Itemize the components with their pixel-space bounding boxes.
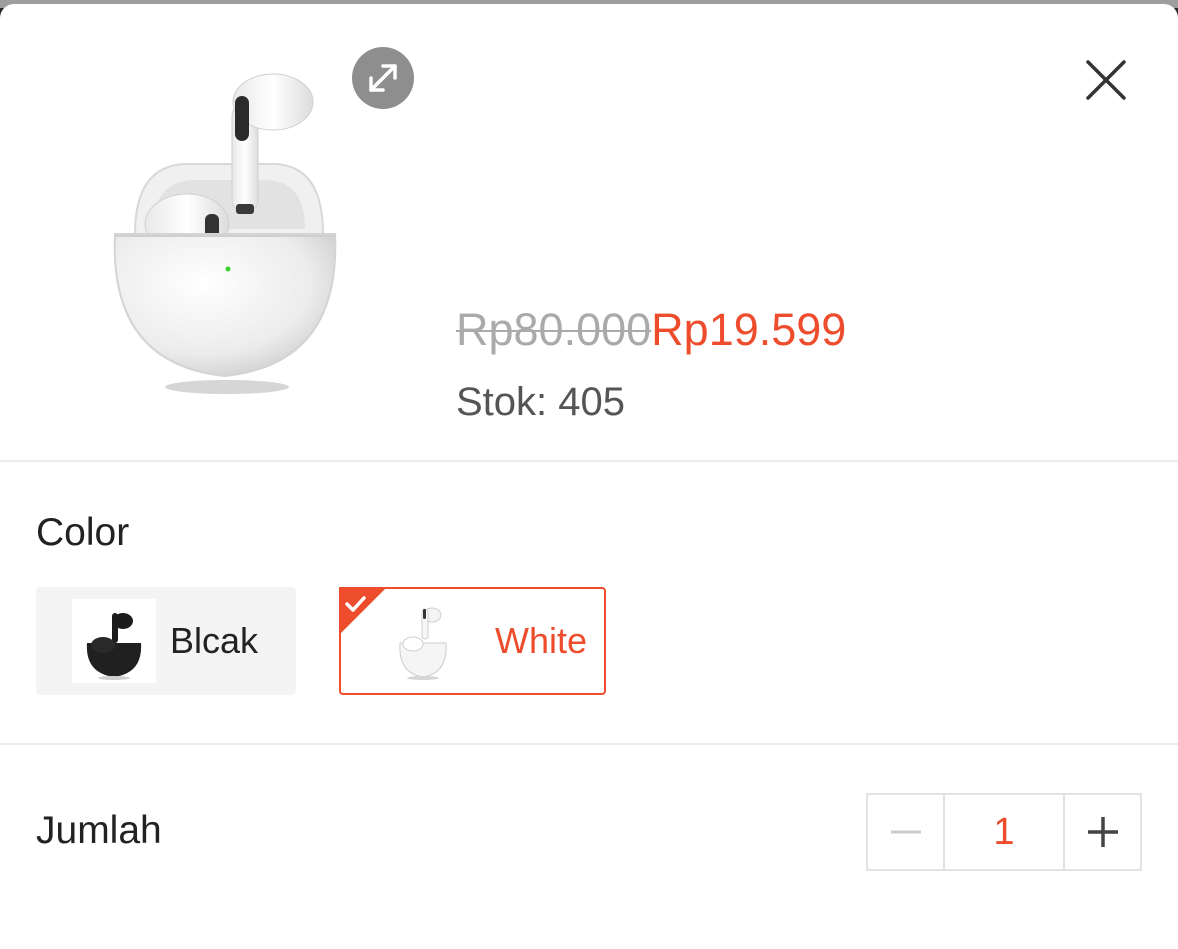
increment-button[interactable] [1065, 795, 1140, 869]
minus-icon [890, 830, 921, 834]
variant-option-white[interactable]: White [339, 587, 606, 695]
quantity-stepper: 1 [866, 793, 1142, 871]
divider [0, 460, 1178, 462]
price-row: Rp80.000 Rp19.599 [456, 302, 846, 358]
variant-label: Blcak [170, 620, 259, 661]
quantity-label: Jumlah [36, 809, 162, 852]
expand-icon [369, 64, 397, 92]
expand-image-button[interactable] [352, 47, 414, 109]
product-image [95, 64, 355, 404]
close-icon [1086, 60, 1126, 100]
variant-option-black[interactable]: Blcak [36, 587, 296, 695]
quantity-input[interactable]: 1 [943, 795, 1065, 869]
plus-icon [1087, 817, 1118, 847]
original-price: Rp80.000 [456, 304, 652, 355]
variant-selector-sheet: Rp80.000 Rp19.599 Stok: 405 Color Blcak [0, 4, 1178, 949]
stock-count: Stok: 405 [456, 380, 626, 424]
sale-price: Rp19.599 [651, 304, 847, 355]
white-earbuds-thumb [381, 599, 465, 683]
decrement-button[interactable] [868, 795, 943, 869]
color-section-label: Color [36, 511, 130, 554]
variant-label: White [495, 620, 588, 661]
selected-check-icon [339, 587, 387, 635]
black-earbuds-thumb [72, 599, 156, 683]
close-button[interactable] [1076, 50, 1136, 110]
divider [0, 743, 1178, 745]
